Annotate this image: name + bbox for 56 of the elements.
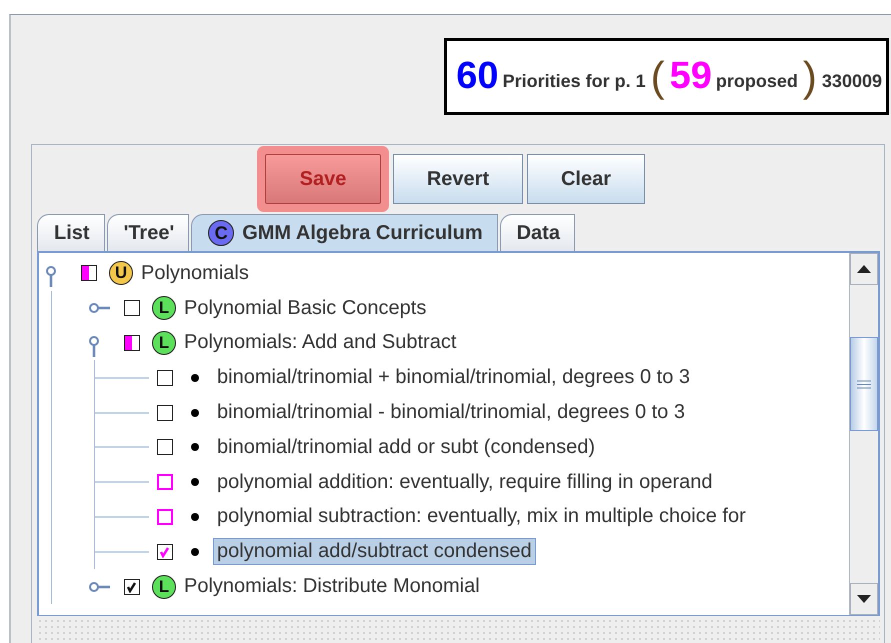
checkbox[interactable] bbox=[157, 370, 173, 386]
action-button[interactable]: Revert bbox=[393, 154, 523, 204]
scroll-thumb[interactable] bbox=[850, 337, 878, 431]
tree-item[interactable]: polynomial add/subtract condensed bbox=[213, 538, 536, 566]
tree-item[interactable]: binomial/trinomial - binomial/trinomial, degrees 0 to 3 bbox=[213, 399, 689, 426]
badge-icon: L bbox=[152, 330, 176, 355]
partial-check-icon[interactable] bbox=[81, 265, 97, 282]
checkbox[interactable] bbox=[157, 544, 173, 560]
tree-item[interactable]: binomial/trinomial + binomial/trinomial, degrees 0 to 3 bbox=[213, 364, 694, 392]
tree-item[interactable]: Polynomials bbox=[137, 260, 253, 287]
open-paren: ( bbox=[650, 52, 665, 100]
tab-label: 'Tree' bbox=[124, 222, 174, 244]
collapsed-handle-icon[interactable] bbox=[88, 302, 112, 314]
tree-item[interactable]: polynomial subtraction: eventually, mix in multiple choice for bbox=[213, 503, 750, 530]
bullet-icon bbox=[191, 512, 199, 521]
action-button[interactable]: Clear bbox=[527, 154, 645, 204]
tree-item[interactable]: binomial/trinomial add or subt (condensed) bbox=[213, 434, 599, 461]
checkbox[interactable] bbox=[157, 439, 173, 456]
tab[interactable]: C GMM Algebra Curriculum bbox=[191, 214, 498, 251]
tree-item[interactable]: polynomial addition: eventually, require filling in operand bbox=[213, 468, 716, 496]
tab[interactable]: 'Tree' bbox=[106, 214, 190, 251]
badge-icon: L bbox=[152, 574, 176, 599]
tree-item[interactable]: Polynomial Basic Concepts bbox=[180, 294, 430, 322]
checkbox[interactable] bbox=[157, 508, 173, 525]
collapsed-handle-icon[interactable] bbox=[88, 580, 112, 593]
close-paren: ) bbox=[802, 52, 817, 100]
tab[interactable]: Data bbox=[500, 214, 575, 251]
checkbox[interactable] bbox=[157, 404, 173, 421]
bullet-icon bbox=[191, 548, 199, 556]
tab-label: GMM Algebra Curriculum bbox=[242, 222, 483, 244]
tab[interactable]: List bbox=[37, 214, 105, 251]
bullet-icon bbox=[191, 374, 199, 382]
proposed-label: proposed bbox=[716, 71, 798, 92]
bullet-icon bbox=[191, 408, 199, 417]
tree-item[interactable]: Polynomials: Add and Subtract bbox=[180, 329, 460, 356]
scroll-up-icon[interactable] bbox=[850, 253, 878, 285]
code-label: 330009 bbox=[822, 71, 882, 92]
checkbox[interactable] bbox=[124, 300, 140, 316]
scrollbar[interactable] bbox=[849, 253, 878, 615]
checkbox[interactable] bbox=[124, 578, 140, 595]
checkbox[interactable] bbox=[157, 474, 173, 490]
tab-label: Data bbox=[516, 222, 560, 244]
bullet-icon bbox=[191, 478, 199, 486]
bullet-icon bbox=[191, 443, 199, 452]
priorities-label: Priorities for p. 1 bbox=[502, 71, 646, 92]
expanded-handle-icon[interactable] bbox=[88, 334, 100, 357]
priority-count: 60 bbox=[456, 55, 499, 98]
tree-item[interactable]: Polynomials: Distribute Monomial bbox=[180, 573, 484, 600]
expanded-handle-icon[interactable] bbox=[45, 265, 57, 288]
partial-check-icon[interactable] bbox=[124, 334, 140, 351]
badge-icon: L bbox=[152, 296, 176, 320]
badge-icon: C bbox=[208, 220, 234, 246]
tab-label: List bbox=[54, 222, 90, 244]
scroll-down-icon[interactable] bbox=[850, 583, 878, 615]
badge-icon: U bbox=[109, 261, 133, 286]
proposed-count: 59 bbox=[670, 55, 712, 98]
